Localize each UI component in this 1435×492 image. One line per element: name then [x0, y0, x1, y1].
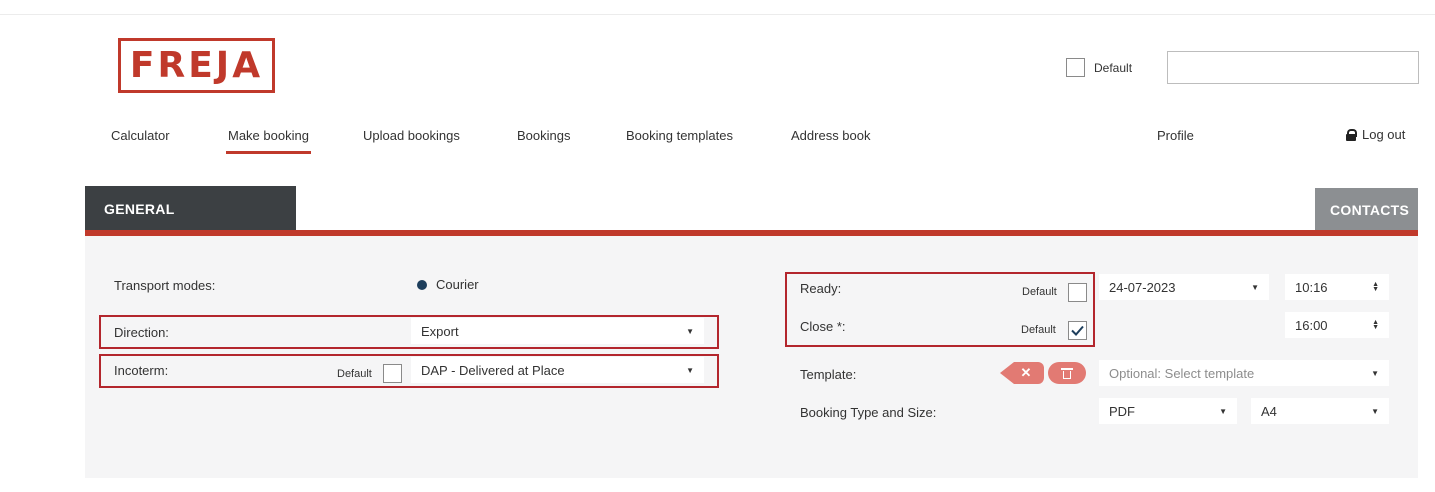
top-divider [0, 14, 1435, 15]
direction-highlight [99, 315, 719, 349]
updown-icon[interactable]: ▲ ▼ [1372, 281, 1379, 293]
radio-selected-icon[interactable] [417, 279, 427, 290]
chevron-down-icon: ▼ [1251, 282, 1259, 292]
lock-icon [1346, 128, 1357, 141]
nav-bookings[interactable]: Bookings [517, 128, 570, 143]
ready-time-value: 10:16 [1295, 279, 1328, 295]
transport-mode-courier[interactable]: Courier [417, 277, 479, 292]
template-select[interactable]: Optional: Select template ▼ [1099, 360, 1389, 386]
chevron-down-icon: ▼ [1371, 406, 1379, 416]
chevron-down-icon: ▼ [1219, 406, 1227, 416]
courier-label: Courier [436, 277, 479, 292]
delete-template-button[interactable] [1048, 362, 1086, 384]
tab-contacts[interactable]: CONTACTS [1315, 188, 1418, 230]
nav-profile[interactable]: Profile [1157, 128, 1194, 143]
updown-icon[interactable]: ▲ ▼ [1372, 319, 1379, 331]
template-placeholder: Optional: Select template [1109, 365, 1255, 381]
tab-general[interactable]: GENERAL [85, 186, 296, 230]
header-account-select[interactable] [1167, 51, 1419, 84]
nav-make-booking[interactable]: Make booking [226, 128, 311, 154]
logout-link[interactable]: Log out [1346, 127, 1405, 142]
close-icon: ✕ [1020, 365, 1032, 380]
template-label: Template: [800, 367, 857, 382]
booking-type-label: Booking Type and Size: [800, 405, 937, 420]
header-default-toggle[interactable]: Default [1066, 58, 1132, 77]
logout-label: Log out [1362, 127, 1406, 142]
ready-time-stepper[interactable]: 10:16 ▲ ▼ [1285, 274, 1389, 300]
transport-modes-label: Transport modes: [114, 278, 216, 293]
booking-type-select[interactable]: PDF ▼ [1099, 398, 1237, 424]
ready-date-value: 24-07-2023 [1109, 279, 1176, 295]
nav-booking-templates[interactable]: Booking templates [626, 128, 733, 143]
booking-size-select[interactable]: A4 ▼ [1251, 398, 1389, 424]
close-time-stepper[interactable]: 16:00 ▲ ▼ [1285, 312, 1389, 338]
nav-upload-bookings[interactable]: Upload bookings [363, 128, 460, 143]
nav-address-book[interactable]: Address book [791, 128, 871, 143]
nav-calculator[interactable]: Calculator [111, 128, 170, 143]
ready-close-highlight [785, 272, 1095, 347]
booking-type-value: PDF [1109, 403, 1135, 419]
booking-size-value: A4 [1261, 403, 1277, 419]
close-time-value: 16:00 [1295, 317, 1328, 333]
freja-logo[interactable]: FREJA [118, 38, 275, 93]
header-default-checkbox[interactable] [1066, 58, 1085, 77]
incoterm-highlight [99, 354, 719, 388]
header-default-label: Default [1094, 60, 1133, 75]
chevron-down-icon: ▼ [1371, 368, 1379, 378]
ready-date-select[interactable]: 24-07-2023 ▼ [1099, 274, 1269, 300]
trash-icon [1061, 367, 1073, 379]
